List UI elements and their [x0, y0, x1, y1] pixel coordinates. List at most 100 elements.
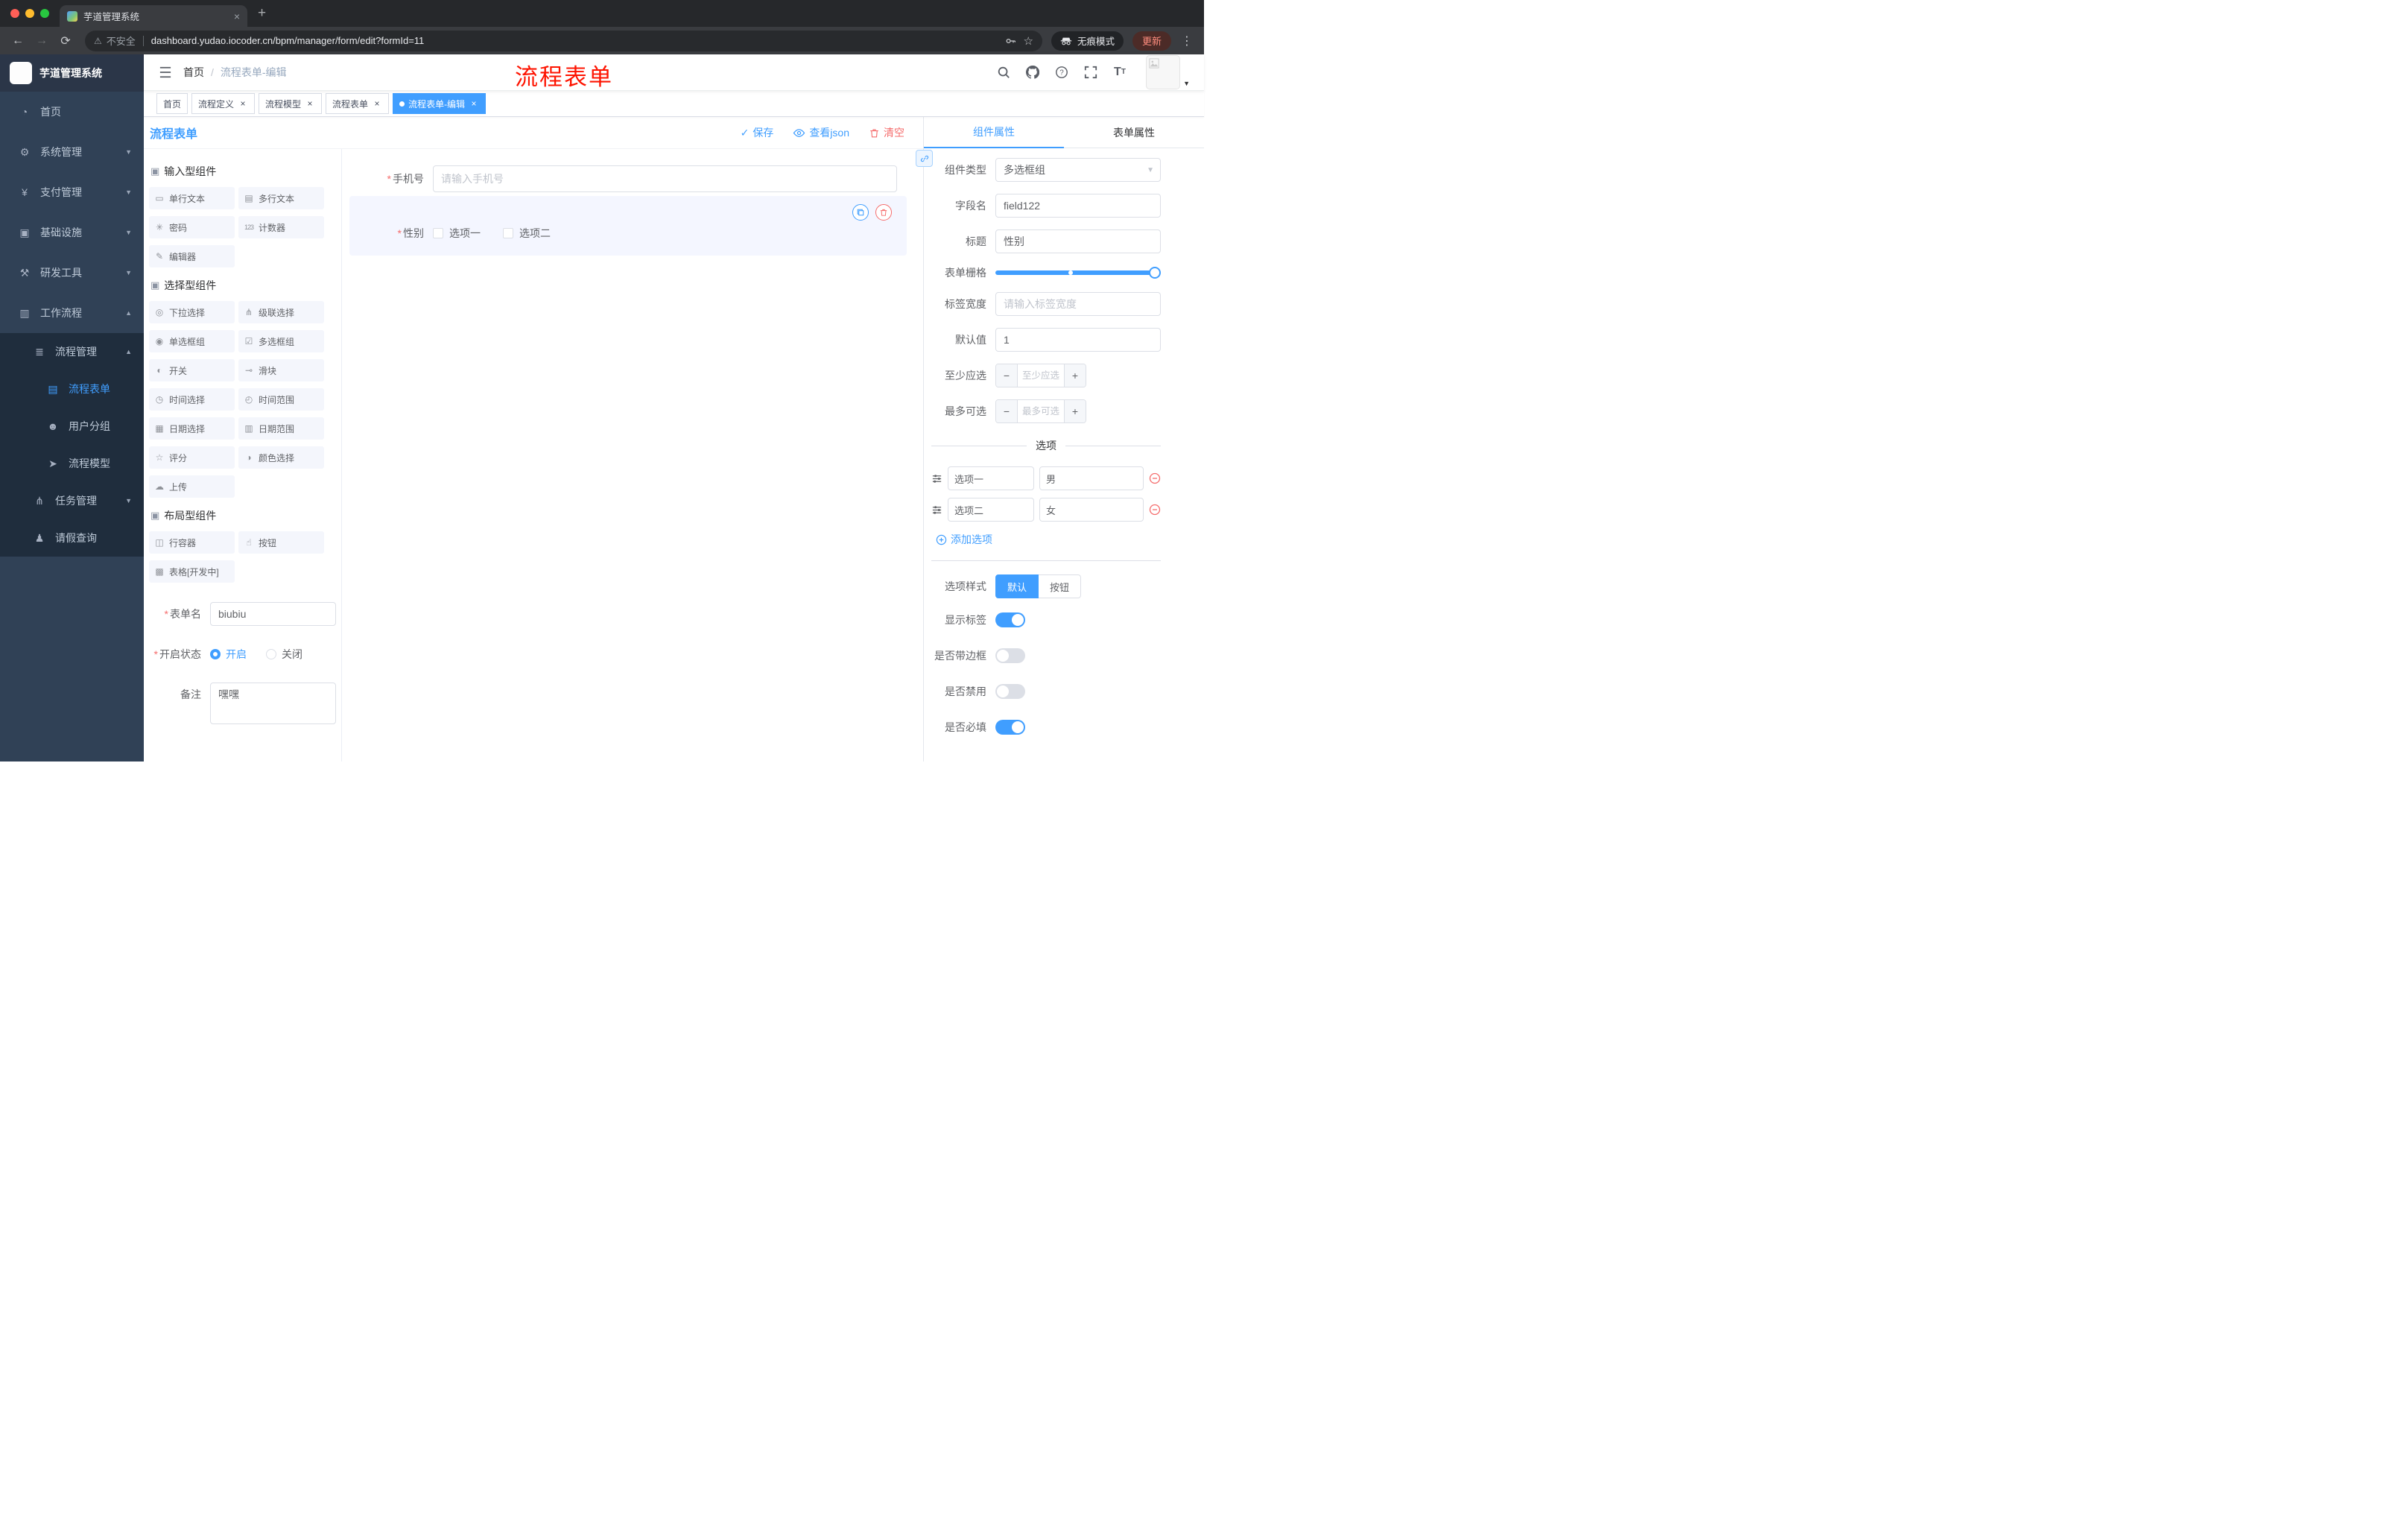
address-bar[interactable]: ⚠ 不安全 dashboard.yudao.iocoder.cn/bpm/man…: [85, 30, 1042, 51]
palette-item-upload[interactable]: ☁ 上传: [149, 475, 235, 498]
url-text[interactable]: dashboard.yudao.iocoder.cn/bpm/manager/f…: [151, 35, 997, 46]
max-select-input[interactable]: [1018, 400, 1064, 422]
new-tab-button[interactable]: +: [258, 5, 266, 22]
option-value-input[interactable]: [1039, 498, 1144, 522]
back-button[interactable]: ←: [7, 34, 28, 48]
min-select-input[interactable]: [1018, 364, 1064, 387]
style-default-button[interactable]: 默认: [995, 574, 1039, 598]
disabled-toggle[interactable]: [995, 684, 1025, 699]
field-name-input[interactable]: [995, 194, 1161, 218]
option-label-input[interactable]: [948, 498, 1034, 522]
github-icon[interactable]: [1024, 63, 1042, 82]
remove-option-icon[interactable]: [1149, 504, 1161, 516]
sidebar-item-process-model[interactable]: ➤ 流程模型: [0, 445, 144, 482]
sidebar-item-system-management[interactable]: ⚙ 系统管理 ▼: [0, 132, 144, 172]
sidebar-item-leave-query[interactable]: ♟ 请假查询: [0, 519, 144, 557]
remove-option-icon[interactable]: [1149, 472, 1161, 484]
title-input[interactable]: [995, 229, 1161, 253]
tag-process-form-edit[interactable]: 流程表单-编辑 ×: [393, 93, 487, 114]
palette-item-password[interactable]: ✳ 密码: [149, 216, 235, 238]
palette-item-cascader[interactable]: ⋔ 级联选择: [238, 301, 324, 323]
status-off-radio[interactable]: 关闭: [266, 647, 302, 662]
sidebar-item-dev-tools[interactable]: ⚒ 研发工具 ▼: [0, 253, 144, 293]
palette-item-switch[interactable]: ◐ 开关: [149, 359, 235, 381]
tab-component-props[interactable]: 组件属性: [924, 117, 1064, 148]
minus-button[interactable]: −: [996, 400, 1018, 422]
add-option-button[interactable]: 添加选项: [936, 532, 1161, 547]
save-button[interactable]: ✓ 保存: [741, 125, 774, 140]
bookmark-star-icon[interactable]: ☆: [1024, 34, 1033, 48]
sidebar-item-payment-management[interactable]: ¥ 支付管理 ▼: [0, 172, 144, 212]
palette-item-color-picker[interactable]: ◑ 颜色选择: [238, 446, 324, 469]
browser-tab[interactable]: 芋道管理系统 ×: [60, 5, 247, 27]
remark-textarea[interactable]: 嘿嘿: [210, 683, 336, 724]
sidebar-item-process-management[interactable]: ≣ 流程管理 ▲: [0, 333, 144, 370]
grid-slider[interactable]: [995, 267, 1161, 279]
palette-item-time-range[interactable]: ◴ 时间范围: [238, 388, 324, 411]
gender-option-2-checkbox[interactable]: 选项二: [503, 226, 551, 241]
sidebar-item-user-group[interactable]: ☻ 用户分组: [0, 408, 144, 445]
palette-item-button[interactable]: ☝ 按钮: [238, 531, 324, 554]
font-size-icon[interactable]: TT: [1111, 63, 1129, 82]
palette-item-checkbox-group[interactable]: ☑ 多选框组: [238, 330, 324, 352]
window-minimize-button[interactable]: [25, 9, 34, 18]
sidebar-item-home[interactable]: ◔ 首页: [0, 92, 144, 132]
delete-component-button[interactable]: [875, 204, 892, 221]
reload-button[interactable]: ⟳: [55, 34, 76, 48]
sidebar-item-process-form[interactable]: ▤ 流程表单: [0, 370, 144, 408]
palette-item-counter[interactable]: 123 计数器: [238, 216, 324, 238]
sidebar-item-task-management[interactable]: ⋔ 任务管理 ▼: [0, 482, 144, 519]
tag-close-icon[interactable]: ×: [305, 98, 315, 109]
sidebar-item-infrastructure[interactable]: ▣ 基础设施 ▼: [0, 212, 144, 253]
tag-close-icon[interactable]: ×: [238, 98, 248, 109]
tag-process-definition[interactable]: 流程定义 ×: [191, 93, 256, 114]
palette-item-single-text[interactable]: ▭ 单行文本: [149, 187, 235, 209]
style-button-button[interactable]: 按钮: [1039, 574, 1082, 598]
tag-process-form[interactable]: 流程表单 ×: [326, 93, 390, 114]
palette-item-slider[interactable]: ⊸ 滑块: [238, 359, 324, 381]
palette-item-editor[interactable]: ✎ 编辑器: [149, 245, 235, 267]
update-button[interactable]: 更新: [1132, 31, 1171, 51]
search-icon[interactable]: [995, 63, 1013, 82]
app-logo[interactable]: 芋道管理系统: [0, 54, 144, 92]
show-label-toggle[interactable]: [995, 612, 1025, 627]
link-icon[interactable]: [916, 150, 933, 167]
copy-component-button[interactable]: [852, 204, 869, 221]
palette-item-table[interactable]: ▩ 表格[开发中]: [149, 560, 235, 583]
drag-handle-icon[interactable]: [931, 473, 942, 484]
palette-item-multi-text[interactable]: ▤ 多行文本: [238, 187, 324, 209]
minus-button[interactable]: −: [996, 364, 1018, 387]
plus-button[interactable]: +: [1064, 400, 1086, 422]
window-close-button[interactable]: [10, 9, 19, 18]
border-toggle[interactable]: [995, 648, 1025, 663]
tag-close-icon[interactable]: ×: [372, 98, 382, 109]
forward-button[interactable]: →: [31, 34, 52, 48]
help-icon[interactable]: ?: [1053, 63, 1071, 82]
option-value-input[interactable]: [1039, 466, 1144, 490]
palette-item-radio-group[interactable]: ◉ 单选框组: [149, 330, 235, 352]
breadcrumb-home-link[interactable]: 首页: [183, 65, 204, 80]
browser-menu-icon[interactable]: ⋮: [1181, 34, 1193, 48]
status-on-radio[interactable]: 开启: [210, 647, 247, 662]
drag-handle-icon[interactable]: [931, 504, 942, 516]
slider-handle[interactable]: [1149, 267, 1161, 279]
phone-input[interactable]: [433, 165, 897, 192]
form-name-input[interactable]: [210, 602, 336, 626]
palette-item-select[interactable]: ◎ 下拉选择: [149, 301, 235, 323]
password-key-icon[interactable]: [1001, 31, 1019, 51]
security-warning-icon[interactable]: ⚠: [94, 36, 102, 46]
view-json-button[interactable]: 查看json: [793, 125, 849, 140]
window-zoom-button[interactable]: [40, 9, 49, 18]
fullscreen-icon[interactable]: [1082, 63, 1100, 82]
tag-home[interactable]: 首页: [156, 93, 188, 114]
plus-button[interactable]: +: [1064, 364, 1086, 387]
palette-item-date-range[interactable]: ▥ 日期范围: [238, 417, 324, 440]
component-type-select[interactable]: 多选框组 ▼: [995, 158, 1161, 182]
palette-item-date-picker[interactable]: ▦ 日期选择: [149, 417, 235, 440]
tab-close-icon[interactable]: ×: [234, 10, 240, 22]
option-label-input[interactable]: [948, 466, 1034, 490]
palette-item-rate[interactable]: ☆ 评分: [149, 446, 235, 469]
selected-component-block[interactable]: * 性别 选项一 选项二: [349, 196, 907, 256]
clear-button[interactable]: 清空: [869, 125, 904, 140]
palette-item-time-picker[interactable]: ◷ 时间选择: [149, 388, 235, 411]
